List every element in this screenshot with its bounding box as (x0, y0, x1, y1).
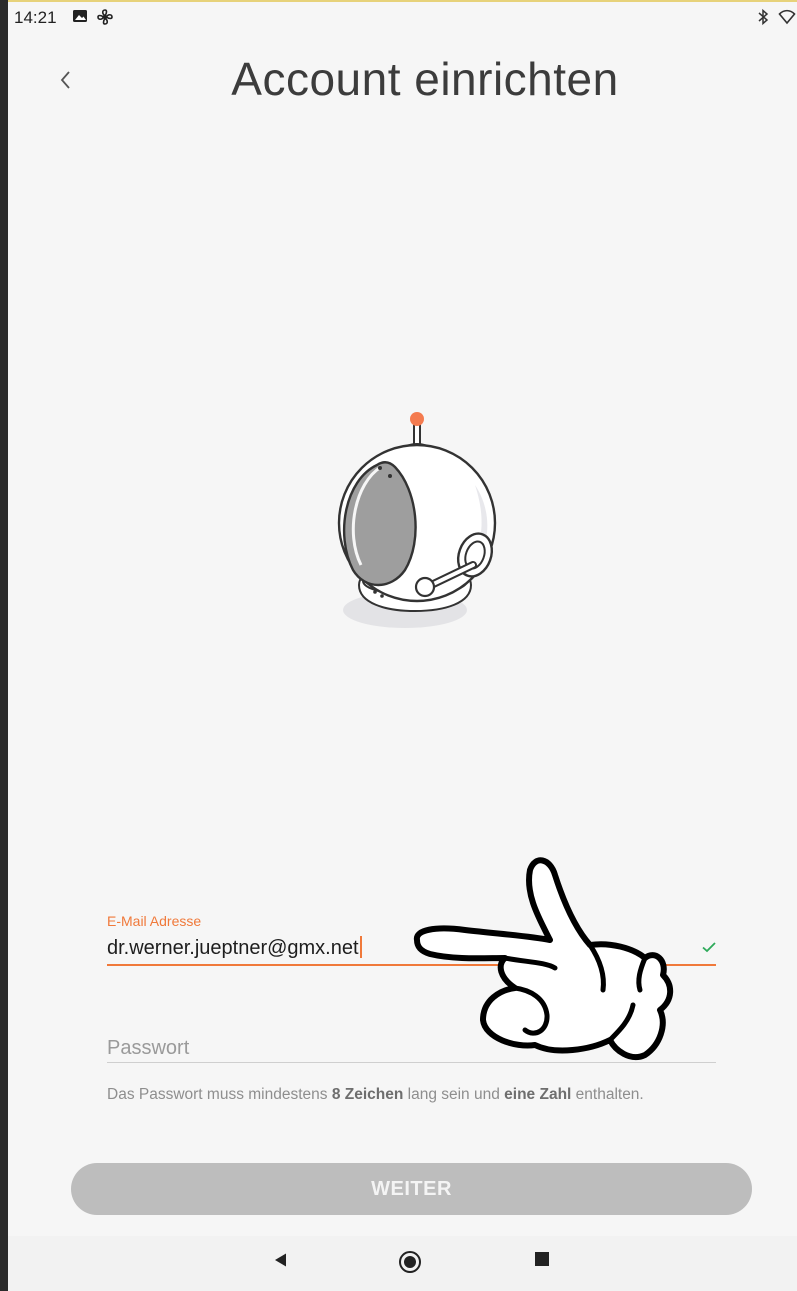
status-time: 14:21 (14, 8, 57, 27)
left-edge-strip (0, 0, 8, 1291)
navigation-bar (8, 1236, 797, 1291)
robot-camera-illustration (337, 412, 497, 628)
hint-bold-1: 8 Zeichen (331, 1086, 404, 1103)
home-circle-icon[interactable] (398, 1250, 422, 1279)
chevron-left-icon (60, 71, 70, 89)
back-button[interactable] (50, 62, 82, 98)
status-bar: 14:21 (8, 2, 797, 32)
hint-text-1: Das Passwort muss mindestens (107, 1086, 332, 1103)
check-icon (700, 938, 718, 961)
password-placeholder: Passwort (107, 1037, 190, 1059)
fan-icon (96, 8, 114, 31)
back-triangle-icon[interactable] (271, 1250, 291, 1275)
email-label: E-Mail Adresse (107, 913, 202, 929)
pointing-hand-overlay (414, 857, 674, 1061)
page-title: Account einrichten (231, 53, 619, 105)
weiter-button[interactable]: WEITER (71, 1163, 752, 1215)
email-input[interactable]: dr.werner.jueptner@gmx.net (107, 936, 362, 960)
password-hint: Das Passwort muss mindestens 8 Zeichen l… (107, 1086, 644, 1104)
wifi-icon (778, 8, 796, 31)
recents-square-icon[interactable] (533, 1250, 551, 1273)
email-value: dr.werner.jueptner@gmx.net (107, 937, 359, 959)
hint-text-2: lang sein und (403, 1086, 505, 1103)
bluetooth-icon (756, 8, 770, 31)
image-icon (72, 8, 88, 29)
hint-text-3: enthalten. (571, 1086, 644, 1103)
hint-bold-2: eine Zahl (504, 1086, 572, 1103)
text-caret (359, 936, 362, 958)
